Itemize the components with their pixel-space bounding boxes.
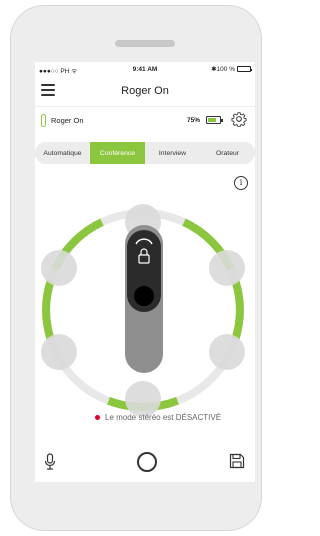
circle-icon[interactable] <box>137 452 157 472</box>
seat-lower-left <box>41 334 77 370</box>
seat-upper-left <box>41 250 77 286</box>
seat-lower-right <box>209 334 245 370</box>
ring-segment-right <box>231 279 244 341</box>
ring-segment-left <box>42 279 55 341</box>
app-screen: ●●●○○ PH ᯤ 9:41 AM ✱100 % Roger On Roger… <box>35 62 255 482</box>
bottom-toolbar <box>35 446 255 482</box>
seat-upper-right <box>209 250 245 286</box>
stereo-status: Le mode stéréo est DÉSACTIVÉ <box>95 413 221 422</box>
save-icon[interactable] <box>229 453 245 469</box>
seat-bottom <box>125 381 161 417</box>
microphone-icon[interactable] <box>43 453 57 471</box>
stereo-status-text: Le mode stéréo est DÉSACTIVÉ <box>105 413 222 422</box>
status-dot <box>95 415 100 420</box>
phone-frame: ●●●○○ PH ᯤ 9:41 AM ✱100 % Roger On Roger… <box>10 5 262 531</box>
device-button <box>134 286 154 306</box>
phone-speaker <box>115 40 175 47</box>
